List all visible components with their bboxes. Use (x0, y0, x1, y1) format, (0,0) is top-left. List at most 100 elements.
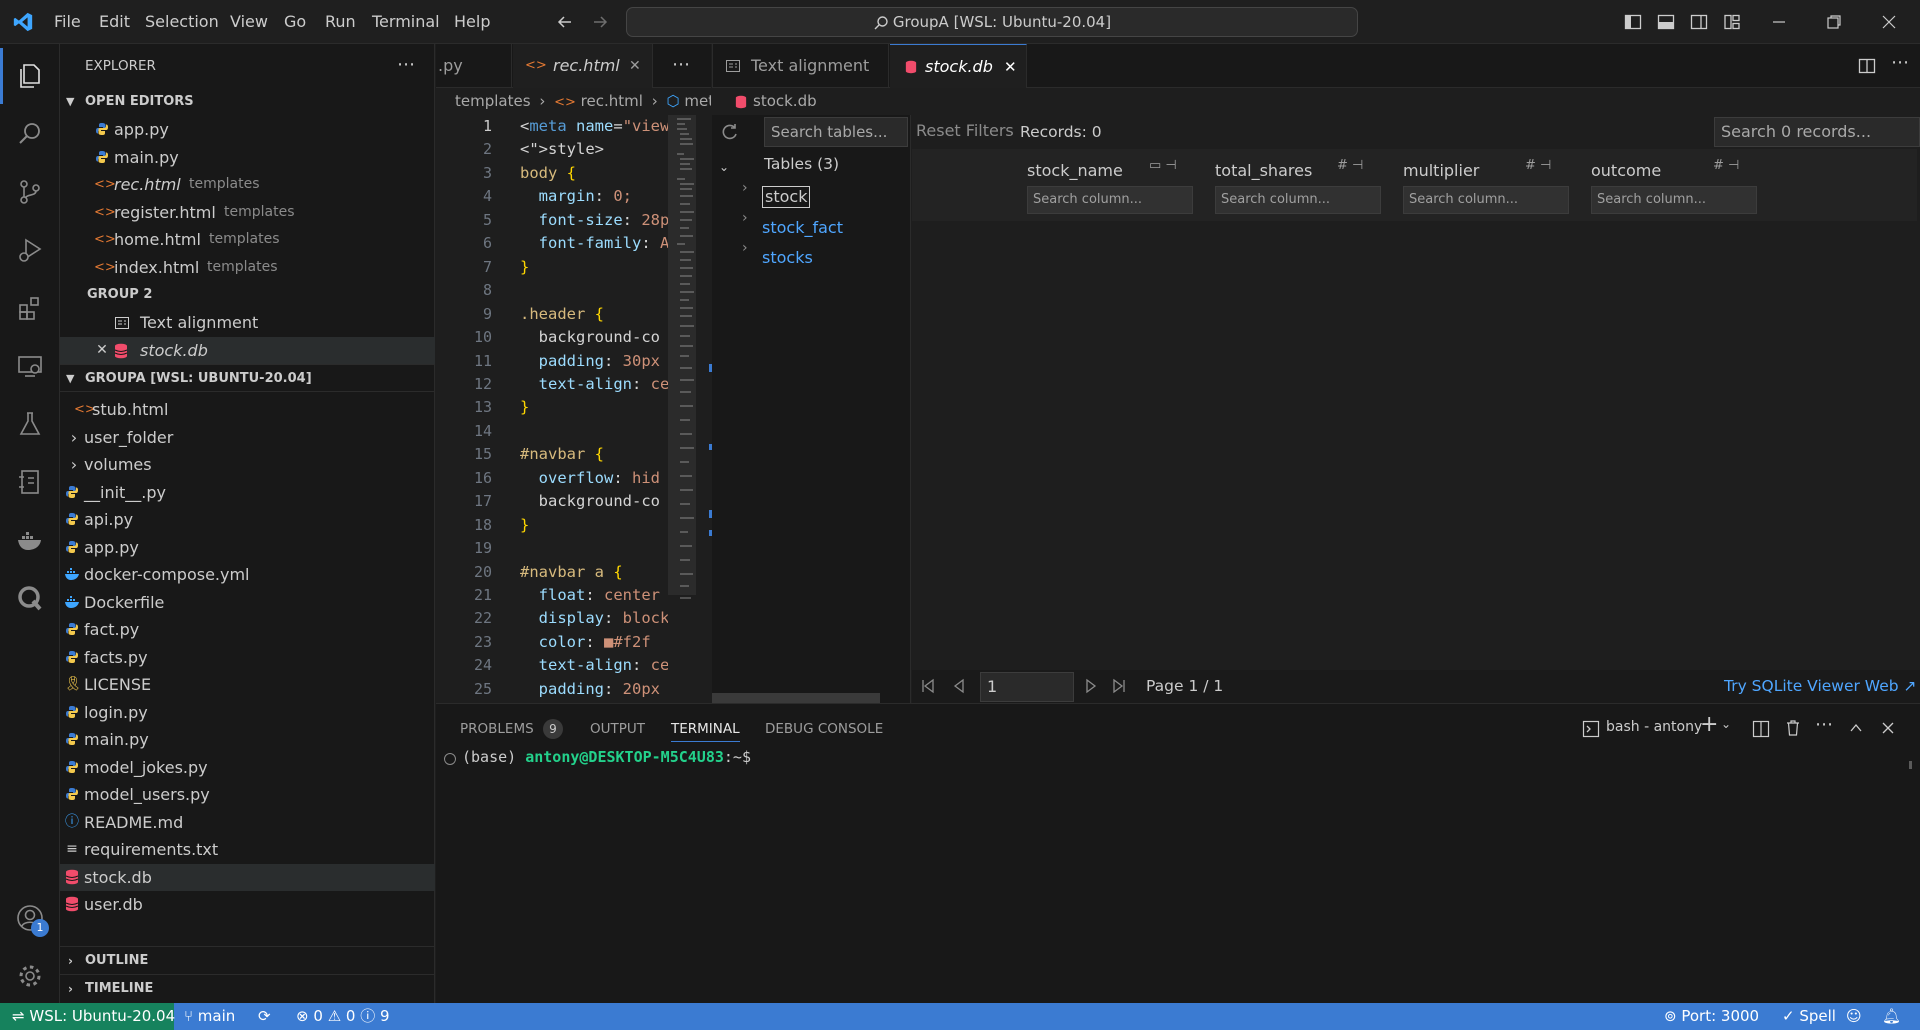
tab-problems[interactable]: PROBLEMS 9 (460, 716, 563, 742)
code-line[interactable]: font-size: 28p (520, 209, 668, 233)
file-item[interactable]: ≡ requirements.txt (60, 836, 435, 864)
code-line[interactable] (520, 537, 668, 561)
chevron-right-icon[interactable]: › (742, 240, 748, 256)
forward-arrow-icon[interactable] (591, 13, 609, 31)
tab-rec-html[interactable]: <> rec.html ✕ (513, 44, 653, 88)
column-search-input[interactable]: Search column... (1027, 186, 1193, 214)
file-item[interactable]: main.py (60, 726, 435, 754)
chevron-down-icon[interactable]: ⌄ (719, 160, 729, 174)
code-line[interactable]: .header { (520, 303, 668, 327)
open-editor-item[interactable]: <> rec.html templates (60, 171, 435, 199)
column-search-input[interactable]: Search column... (1215, 186, 1381, 214)
file-item[interactable]: __init__.py (60, 479, 435, 507)
search-icon[interactable] (0, 105, 60, 163)
table-item-stock[interactable]: stock (762, 186, 811, 208)
tab-py[interactable]: .py (436, 44, 512, 88)
code-line[interactable]: } (520, 514, 668, 538)
problems-indicator[interactable]: ⊗ 0 ⚠ 0 ⓘ 9 (296, 1003, 390, 1030)
column-search-input[interactable]: Search column... (1403, 186, 1569, 214)
column-type-pin-icon[interactable]: # ⊣ (1337, 158, 1363, 173)
workspace-header[interactable]: ▼ GROUPA [WSL: UBUNTU-20.04] (60, 364, 435, 392)
code-line[interactable]: body { (520, 162, 668, 186)
menu-help[interactable]: Help (446, 0, 498, 44)
file-item[interactable]: ⓘ README.md (60, 809, 435, 837)
code-line[interactable]: float: center (520, 584, 668, 608)
more-actions-icon[interactable]: ⋯ (672, 54, 690, 75)
menu-view[interactable]: View (222, 0, 276, 44)
file-item[interactable]: stock.db (60, 863, 435, 891)
more-actions-icon[interactable]: ⋯ (1891, 52, 1909, 73)
new-terminal-icon[interactable]: + (1700, 712, 1718, 737)
code-line[interactable]: } (520, 396, 668, 420)
open-editor-item[interactable]: <> home.html templates (60, 226, 435, 254)
code-line[interactable]: #navbar { (520, 443, 668, 467)
refresh-icon[interactable] (720, 122, 740, 142)
outline-header[interactable]: › OUTLINE (60, 946, 435, 974)
code-line[interactable]: background-co (520, 490, 668, 514)
table-item-stock-fact[interactable]: stock_fact (762, 216, 843, 240)
open-editor-stock-db[interactable]: ✕ stock.db (60, 336, 435, 364)
file-item[interactable]: <> stub.html (60, 396, 435, 424)
code-line[interactable]: padding: 20px (520, 678, 668, 702)
tab-debug-console[interactable]: DEBUG CONSOLE (765, 716, 883, 742)
minimize-icon[interactable] (1770, 13, 1788, 31)
file-item[interactable]: fact.py (60, 616, 435, 644)
run-debug-icon[interactable] (0, 221, 60, 279)
code-line[interactable]: <">style> (520, 138, 668, 162)
table-item-stocks[interactable]: stocks (762, 246, 813, 270)
search-records-input[interactable]: Search 0 records... (1714, 117, 1920, 147)
menu-run[interactable]: Run (317, 0, 364, 44)
menu-file[interactable]: File (46, 0, 89, 44)
page-input[interactable]: 1 (980, 672, 1074, 702)
folder-item[interactable]: › user_folder (60, 424, 435, 452)
file-item[interactable]: api.py (60, 506, 435, 534)
notifications-bell-icon[interactable]: 🔔︎ (1882, 1003, 1901, 1030)
toggle-primary-sidebar-icon[interactable] (1624, 13, 1642, 31)
tab-stock-db[interactable]: stock.db ✕ (890, 44, 1027, 88)
file-item[interactable]: app.py (60, 534, 435, 562)
code-line[interactable]: <meta name="view (520, 115, 668, 139)
file-item[interactable]: model_jokes.py (60, 754, 435, 782)
more-actions-icon[interactable]: ⋯ (397, 54, 416, 75)
file-item[interactable]: model_users.py (60, 781, 435, 809)
open-editor-item[interactable]: main.py (60, 144, 435, 172)
more-actions-icon[interactable]: ⋯ (1815, 714, 1833, 735)
port-indicator[interactable]: ⊚ Port: 3000 (1664, 1003, 1759, 1030)
customize-layout-icon[interactable] (1723, 13, 1741, 31)
tab-output[interactable]: OUTPUT (590, 716, 645, 742)
code-line[interactable]: background-co (520, 326, 668, 350)
account-icon[interactable] (0, 889, 60, 947)
code-line[interactable]: font-family: A (520, 232, 668, 256)
terminal-name[interactable]: bash - antony (1606, 719, 1702, 735)
open-editor-item[interactable]: <> register.html templates (60, 199, 435, 227)
column-search-input[interactable]: Search column... (1591, 186, 1757, 214)
search-tables-input[interactable]: Search tables... (764, 117, 908, 147)
file-item[interactable]: login.py (60, 699, 435, 727)
code-line[interactable]: #navbar a { (520, 561, 668, 585)
timeline-header[interactable]: › TIMELINE (60, 974, 435, 1002)
source-control-icon[interactable] (0, 163, 60, 221)
close-icon[interactable]: ✕ (1004, 45, 1017, 89)
spell-indicator[interactable]: ✓ Spell (1782, 1003, 1836, 1030)
horizontal-scrollbar[interactable] (712, 693, 880, 703)
column-header-total-shares[interactable]: total_shares (1215, 158, 1312, 184)
open-editor-text-alignment[interactable]: Text alignment (60, 309, 435, 337)
folder-item[interactable]: › volumes (60, 451, 435, 479)
maximize-panel-icon[interactable] (1847, 719, 1865, 737)
chevron-right-icon[interactable]: › (742, 180, 748, 196)
code-line[interactable]: overflow: hid (520, 467, 668, 491)
sqlite-viewer-icon[interactable] (0, 569, 60, 627)
command-center[interactable]: GroupA [WSL: Ubuntu-20.04] (626, 7, 1358, 37)
column-type-pin-icon[interactable]: # ⊣ (1713, 158, 1739, 173)
toggle-panel-icon[interactable] (1657, 13, 1675, 31)
open-editor-item[interactable]: <> index.html templates (60, 254, 435, 282)
branch-indicator[interactable]: ⑂ main (184, 1003, 235, 1030)
docker-icon[interactable] (0, 511, 60, 569)
breadcrumb-item[interactable]: rec.html (581, 92, 643, 110)
explorer-icon[interactable] (0, 47, 60, 105)
column-type-pin-icon[interactable]: ▭ ⊣ (1149, 158, 1177, 173)
breadcrumb-item[interactable]: templates (455, 92, 531, 110)
column-header-multiplier[interactable]: multiplier (1403, 158, 1479, 184)
menu-selection[interactable]: Selection (137, 0, 227, 44)
column-type-pin-icon[interactable]: # ⊣ (1525, 158, 1551, 173)
